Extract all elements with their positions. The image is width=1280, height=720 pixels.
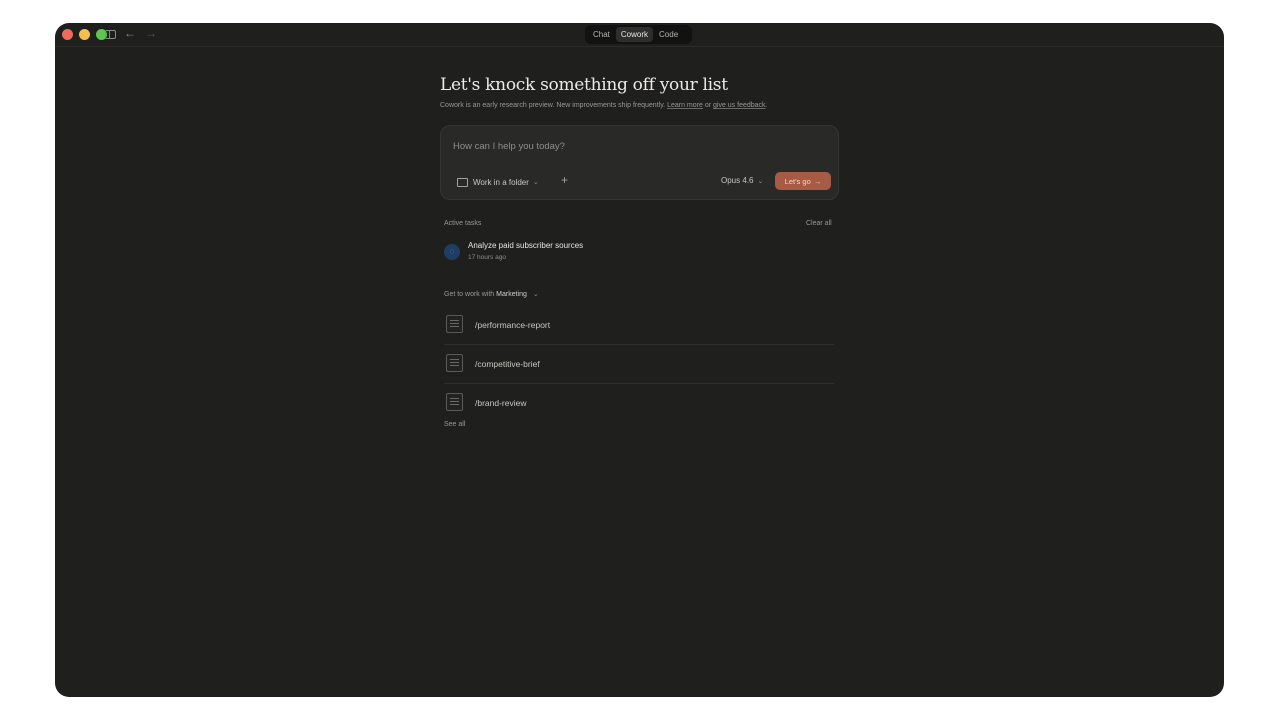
learn-more-link[interactable]: Learn more: [667, 102, 703, 109]
chevron-down-icon: ⌄: [757, 177, 764, 185]
command-item-competitive-brief[interactable]: /competitive-brief: [444, 345, 834, 384]
go-button-label: Let's go: [784, 176, 811, 186]
document-icon: [446, 393, 463, 411]
active-tasks-label: Active tasks: [444, 220, 482, 227]
page-subtitle: Cowork is an early research preview. New…: [440, 102, 768, 109]
work-in-folder-button[interactable]: Work in a folder ⌄: [457, 176, 539, 188]
minimize-window-button[interactable]: [79, 29, 90, 40]
clear-all-button[interactable]: Clear all: [806, 220, 832, 227]
task-item[interactable]: ◌ Analyze paid subscriber sources 17 hou…: [444, 241, 839, 267]
command-item-performance-report[interactable]: /performance-report: [444, 306, 834, 345]
folder-icon: [457, 177, 468, 187]
command-list: /performance-report /competitive-brief /…: [444, 306, 834, 422]
app-window: ← → Chat Cowork Code Let's knock somethi…: [55, 23, 1224, 697]
subtitle-text: Cowork is an early research preview. New…: [440, 102, 668, 109]
model-label: Opus 4.6: [721, 176, 754, 185]
title-bar: ← → Chat Cowork Code: [55, 23, 1224, 47]
task-timestamp: 17 hours ago: [468, 254, 506, 261]
chevron-down-icon: ⌄: [532, 291, 539, 298]
chevron-down-icon: ⌄: [532, 179, 539, 186]
see-all-link[interactable]: See all: [444, 421, 465, 428]
tab-cowork[interactable]: Cowork: [615, 27, 654, 42]
work-with-prefix: Get to work with: [444, 291, 497, 298]
command-label: /brand-review: [475, 398, 527, 408]
page-title: Let's knock something off your list: [440, 75, 728, 95]
feedback-link[interactable]: give us feedback: [713, 102, 766, 109]
command-label: /performance-report: [475, 320, 551, 330]
tab-code[interactable]: Code: [654, 27, 683, 42]
close-window-button[interactable]: [62, 29, 73, 40]
prompt-input[interactable]: [453, 139, 823, 153]
tab-chat[interactable]: Chat: [588, 27, 615, 42]
document-icon: [446, 354, 463, 372]
add-attachment-button[interactable]: +: [561, 173, 568, 187]
folder-button-label: Work in a folder: [473, 177, 529, 187]
work-with-selector[interactable]: Get to work with Marketing ⌄: [444, 290, 539, 298]
document-icon: [446, 315, 463, 333]
command-label: /competitive-brief: [475, 359, 540, 369]
task-status-icon: ◌: [444, 244, 460, 260]
department-label: Marketing: [496, 291, 527, 298]
sidebar-toggle-icon[interactable]: [105, 30, 116, 39]
model-selector[interactable]: Opus 4.6 ⌄: [721, 176, 763, 185]
task-title: Analyze paid subscriber sources: [468, 241, 584, 250]
mode-switcher: Chat Cowork Code: [585, 25, 692, 44]
subtitle-connector: or: [702, 102, 713, 109]
command-item-brand-review[interactable]: /brand-review: [444, 384, 834, 422]
arrow-right-icon: →: [813, 176, 822, 186]
prompt-box: Work in a folder ⌄ + Opus 4.6 ⌄ Let's go…: [440, 125, 839, 200]
forward-arrow-icon[interactable]: →: [145, 26, 157, 40]
subtitle-end: .: [765, 102, 768, 109]
lets-go-button[interactable]: Let's go →: [775, 172, 831, 190]
back-arrow-icon[interactable]: ←: [124, 26, 136, 40]
